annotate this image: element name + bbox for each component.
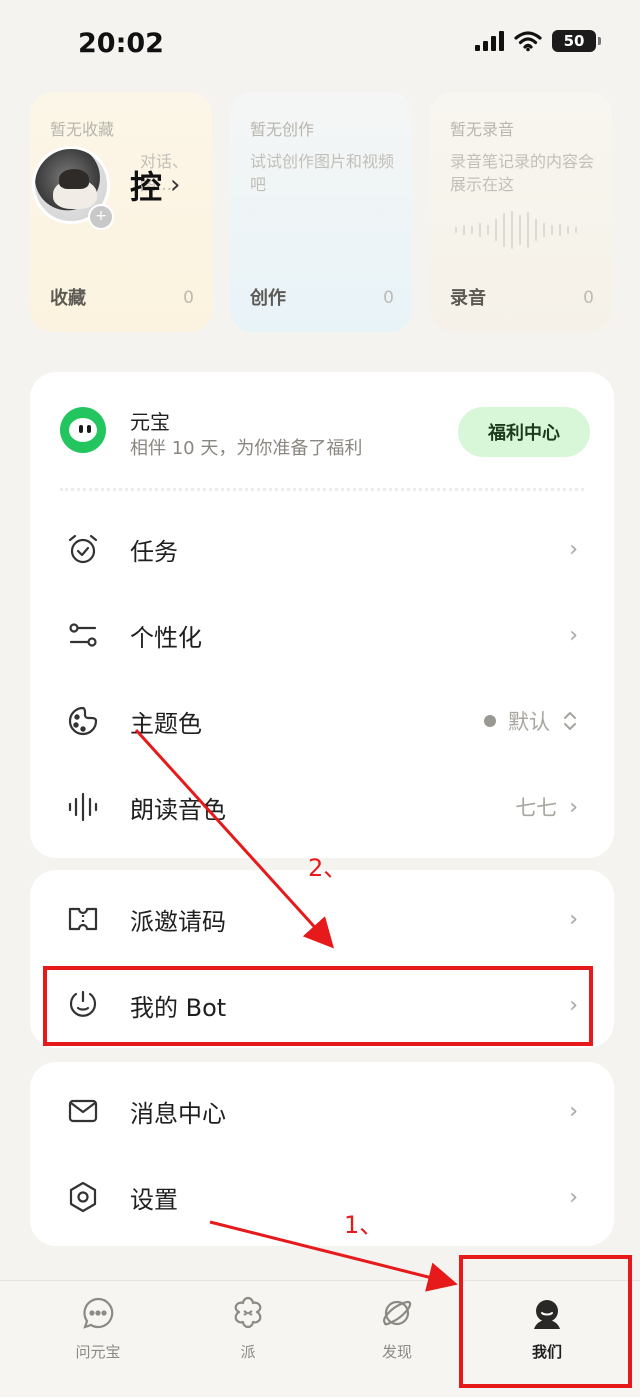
sliders-icon xyxy=(69,623,97,647)
status-icons: 50 xyxy=(475,30,601,52)
tab-label: 发现 xyxy=(381,1343,412,1361)
wifi-icon xyxy=(514,31,542,52)
card-label: 收藏 xyxy=(50,288,86,309)
person-icon xyxy=(534,1300,560,1329)
card-count: 0 xyxy=(583,288,594,308)
bot-icon xyxy=(69,990,97,1017)
card-desc: 试试创作图片和视频吧 xyxy=(250,152,395,194)
status-bar: 20:02 50 xyxy=(0,0,640,90)
chevron-right-icon: › xyxy=(569,1098,578,1124)
palette-icon xyxy=(68,706,98,736)
tab-pai[interactable]: 派 xyxy=(173,1281,323,1397)
menu-panel-main: 元宝 相伴 10 天，为你准备了福利 福利中心 任务 › 个性化 › 主题色 默… xyxy=(30,372,614,858)
avatar-edit-badge-icon: + xyxy=(88,204,114,230)
creations-card[interactable]: 暂无创作 试试创作图片和视频吧 创作 0 xyxy=(230,92,412,332)
yuanbao-benefit-row[interactable]: 元宝 相伴 10 天，为你准备了福利 福利中心 xyxy=(30,372,614,488)
menu-item-theme-color[interactable]: 主题色 默认 xyxy=(30,678,610,764)
waveform-icon xyxy=(68,792,98,822)
chevron-right-icon: › xyxy=(569,622,578,648)
tab-ask-yuanbao[interactable]: 问元宝 xyxy=(23,1281,173,1397)
dotted-divider xyxy=(60,488,584,491)
voice-value: 七七 xyxy=(515,796,558,820)
menu-panel-system: 消息中心 › 设置 › xyxy=(30,1062,614,1246)
menu-item-label: 我的 Bot xyxy=(130,993,227,1022)
card-empty-text: 暂无收藏 xyxy=(50,120,115,139)
menu-item-label: 主题色 xyxy=(130,709,202,738)
chevron-right-icon: › xyxy=(569,1184,578,1210)
waveform-decoration-icon xyxy=(455,211,577,249)
yuanbao-logo-icon xyxy=(60,407,106,453)
card-desc: 录音笔记录的内容会展示在这 xyxy=(450,152,595,194)
menu-item-label: 任务 xyxy=(130,537,178,566)
menu-item-personalization[interactable]: 个性化 › xyxy=(30,592,610,678)
menu-item-my-bot[interactable]: 我的 Bot › xyxy=(30,962,610,1048)
battery-level: 50 xyxy=(563,32,585,50)
chevron-right-icon: › xyxy=(569,536,578,562)
benefit-center-button[interactable]: 福利中心 xyxy=(458,407,590,457)
menu-item-label: 朗读音色 xyxy=(130,795,226,824)
theme-color-dot xyxy=(484,715,496,727)
tab-discover[interactable]: 发现 xyxy=(322,1281,472,1397)
menu-item-tasks[interactable]: 任务 › xyxy=(30,506,610,592)
card-count: 0 xyxy=(383,288,394,308)
planet-icon xyxy=(383,1300,412,1326)
flower-icon xyxy=(234,1296,262,1329)
menu-item-voice[interactable]: 朗读音色 七七 › xyxy=(30,764,610,850)
chevron-right-icon: › xyxy=(170,170,181,200)
yuanbao-title: 元宝 xyxy=(130,410,170,434)
bottom-tab-bar: 问元宝 派 发现 我们 xyxy=(0,1280,640,1397)
status-time: 20:02 xyxy=(78,28,164,59)
chevron-up-down-icon xyxy=(564,712,576,730)
menu-item-message-center[interactable]: 消息中心 › xyxy=(30,1068,610,1154)
menu-item-label: 设置 xyxy=(130,1185,178,1214)
tab-label: 派 xyxy=(240,1343,256,1361)
chat-bubble-icon xyxy=(83,1297,114,1329)
card-count: 0 xyxy=(183,288,194,308)
menu-item-label: 派邀请码 xyxy=(130,907,226,936)
menu-item-label: 个性化 xyxy=(130,623,202,652)
recordings-card[interactable]: 暂无录音 录音笔记录的内容会展示在这 录音 0 xyxy=(430,92,612,332)
settings-hex-icon xyxy=(69,1181,97,1213)
chevron-right-icon: › xyxy=(569,906,578,932)
menu-item-settings[interactable]: 设置 › xyxy=(30,1154,610,1240)
cellular-signal-icon xyxy=(475,31,504,51)
battery-icon: 50 xyxy=(552,30,601,52)
card-label: 创作 xyxy=(250,288,286,309)
theme-color-value: 默认 xyxy=(508,710,550,734)
menu-item-invite-code[interactable]: 派邀请码 › xyxy=(30,876,610,962)
card-label: 录音 xyxy=(450,288,486,309)
menu-panel-bots: 派邀请码 › 我的 Bot › xyxy=(30,870,614,1048)
mail-icon xyxy=(68,1099,98,1123)
menu-item-label: 消息中心 xyxy=(130,1099,226,1128)
card-empty-text: 暂无创作 xyxy=(250,120,315,139)
chevron-right-icon: › xyxy=(569,794,578,820)
card-empty-text: 暂无录音 xyxy=(450,120,515,139)
ticket-icon xyxy=(68,907,98,931)
yuanbao-subtitle: 相伴 10 天，为你准备了福利 xyxy=(130,438,363,459)
tab-label: 问元宝 xyxy=(75,1343,121,1361)
chevron-right-icon: › xyxy=(569,992,578,1018)
tab-label: 我们 xyxy=(531,1343,562,1361)
alarm-clock-icon xyxy=(68,534,98,564)
tab-us[interactable]: 我们 xyxy=(472,1281,622,1397)
profile-name: 控 xyxy=(130,168,163,206)
